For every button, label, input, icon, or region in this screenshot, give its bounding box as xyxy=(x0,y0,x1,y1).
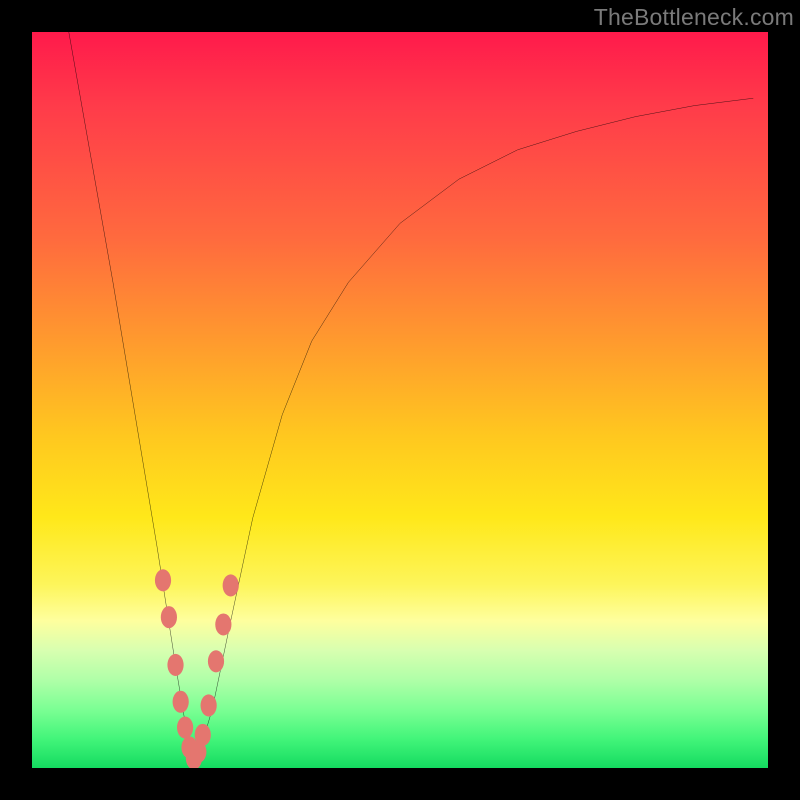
chart-frame: TheBottleneck.com xyxy=(0,0,800,800)
scatter-points xyxy=(155,569,239,768)
bottleneck-curve xyxy=(69,32,753,761)
plot-area xyxy=(32,32,768,768)
chart-svg xyxy=(32,32,768,768)
watermark-text: TheBottleneck.com xyxy=(594,4,794,31)
